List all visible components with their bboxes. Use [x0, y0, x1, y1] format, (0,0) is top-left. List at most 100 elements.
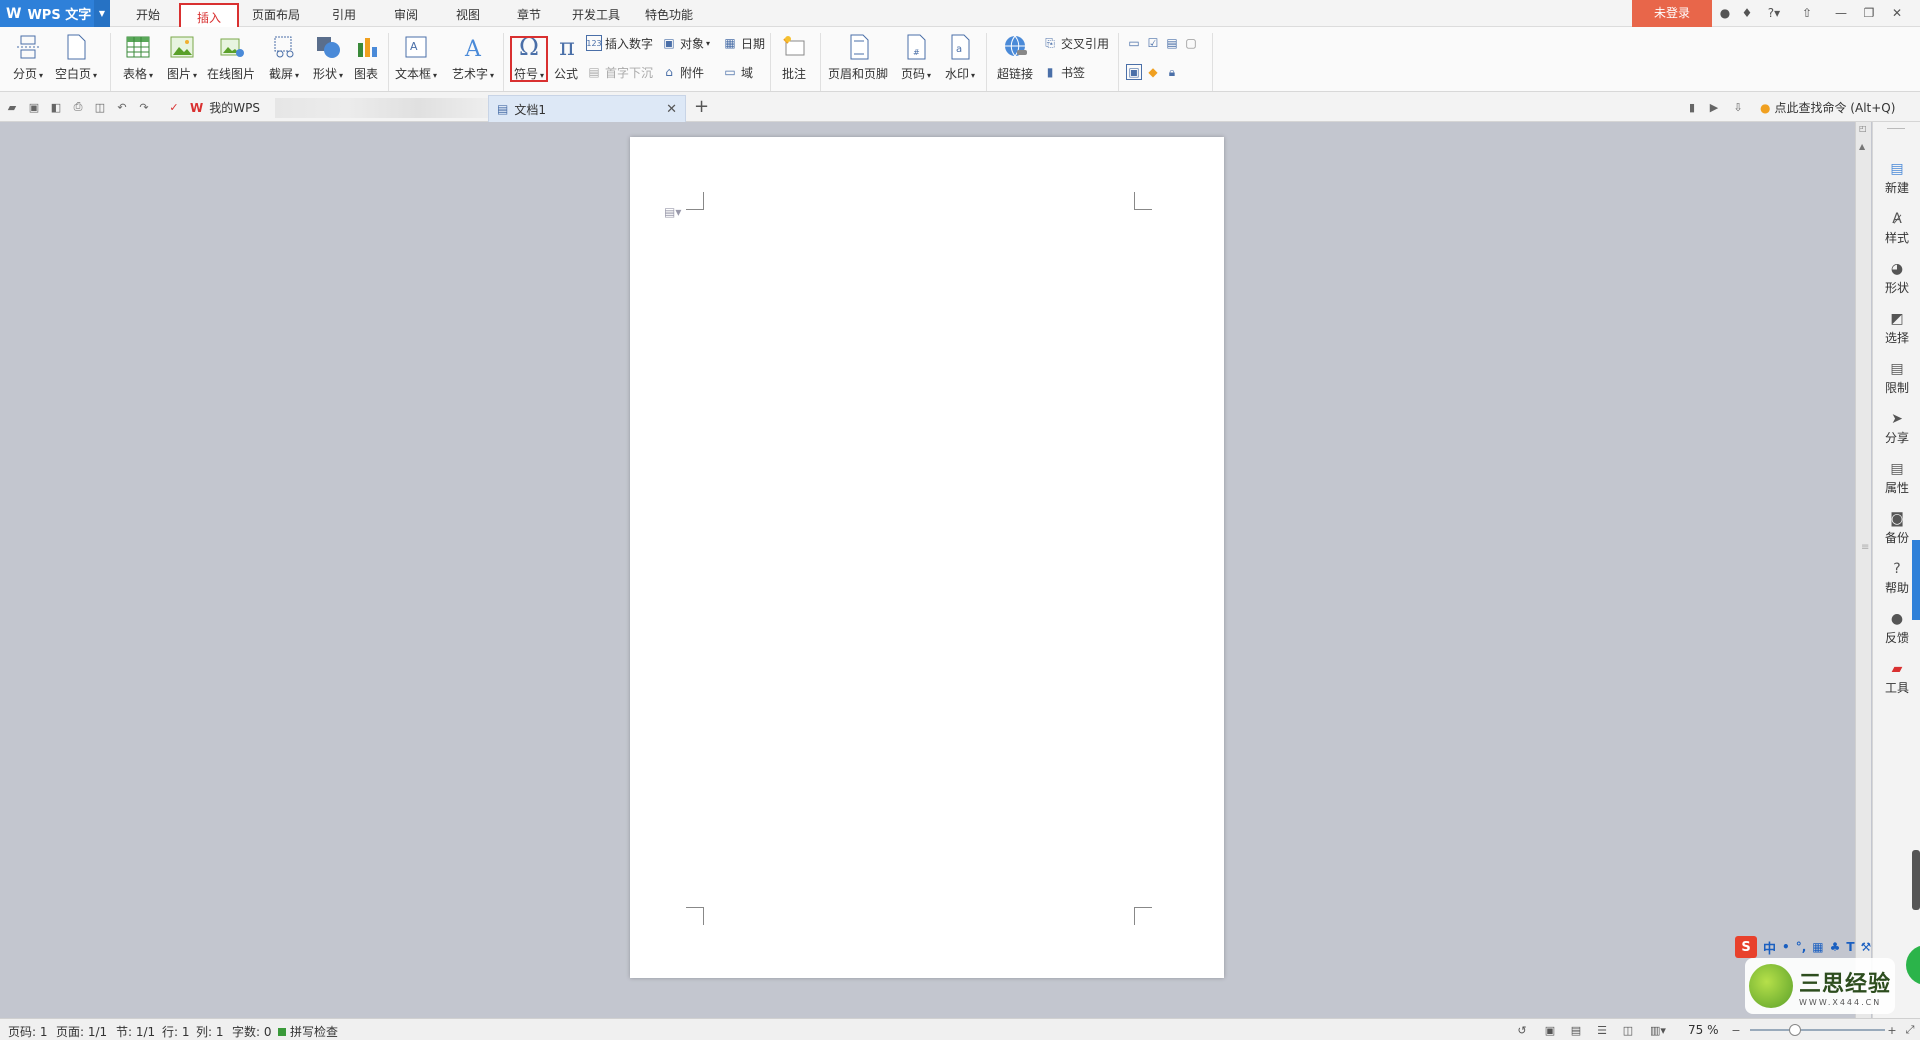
wordart-button[interactable]: A 艺术字 [448, 27, 498, 82]
sidebar-item-properties[interactable]: ▤ 属性 [1873, 460, 1920, 496]
outline-view-icon[interactable]: ☰ [1594, 1022, 1610, 1038]
status-word-count[interactable]: 字数: 0 [232, 1023, 272, 1040]
attachment-button[interactable]: ⌂ 附件 [661, 62, 704, 82]
tab-review[interactable]: 审阅 [388, 0, 424, 27]
online-picture-button[interactable]: 在线图片 [206, 27, 258, 82]
open-folder-icon[interactable]: ▰ [4, 99, 20, 115]
sogou-logo-icon[interactable]: S [1735, 936, 1757, 958]
hyperlink-button[interactable]: 超链接 [994, 27, 1038, 82]
tab-insert[interactable]: 插入 [179, 3, 239, 27]
restore-icon[interactable]: ❐ [1858, 0, 1880, 27]
control-properties-icon[interactable]: ▢ [1183, 35, 1199, 51]
upload-icon[interactable]: ⇧ [1796, 0, 1818, 27]
scroll-top-icon[interactable]: ◰ [1859, 124, 1867, 133]
ime-punctuation-icon[interactable]: °, [1796, 940, 1807, 954]
zoom-slider-knob[interactable] [1789, 1024, 1801, 1036]
vertical-scrollbar[interactable]: ◰ ▲ ≡ [1855, 122, 1871, 1018]
lock-icon[interactable]: 🔒︎ [1164, 64, 1180, 80]
page-view-icon[interactable]: ▤ [1568, 1022, 1584, 1038]
document-tab[interactable]: ▤ 文档1 ✕ [488, 95, 686, 122]
chart-button[interactable]: 图表 [350, 27, 384, 82]
sidebar-item-restrict[interactable]: ▤ 限制 [1873, 360, 1920, 396]
chevron-down-icon[interactable]: ▼ [94, 0, 110, 27]
my-wps-tab[interactable]: W 我的WPS [190, 99, 260, 116]
side-handle[interactable] [1912, 850, 1920, 910]
sidebar-collapse-handle[interactable] [1887, 128, 1905, 132]
zoom-slider[interactable] [1750, 1029, 1885, 1031]
zoom-out-icon[interactable]: − [1728, 1022, 1744, 1038]
print-preview-icon[interactable]: ◫ [92, 99, 108, 115]
design-mode-icon[interactable]: ▣ [1126, 64, 1142, 80]
redo-icon[interactable]: ↷ [136, 99, 152, 115]
login-button[interactable]: 未登录 [1632, 0, 1712, 27]
ime-moon-icon[interactable]: • [1782, 940, 1790, 954]
field-button[interactable]: ▭ 域 [722, 62, 753, 82]
insert-number-button[interactable]: 123 插入数字 [586, 33, 653, 53]
zoom-in-icon[interactable]: + [1884, 1022, 1900, 1038]
tab-view[interactable]: 视图 [450, 0, 486, 27]
object-button[interactable]: ▣ 对象 ▾ [661, 33, 710, 53]
cloud-icon[interactable]: ● [1714, 0, 1736, 27]
help-icon[interactable]: ?▾ [1760, 0, 1788, 27]
sidebar-item-shape[interactable]: ◕ 形状 [1873, 260, 1920, 296]
document-page[interactable]: ▤▾ [630, 137, 1224, 978]
comment-button[interactable]: 批注 [776, 27, 814, 82]
sidebar-item-tools[interactable]: ▰ 工具 [1873, 660, 1920, 696]
tab-developer[interactable]: 开发工具 [568, 0, 624, 27]
sidebar-item-select[interactable]: ◩ 选择 [1873, 310, 1920, 346]
blank-page-button[interactable]: 空白页 [52, 27, 100, 82]
cross-reference-button[interactable]: ⎘ 交叉引用 [1042, 33, 1109, 53]
revision-icon[interactable]: ↺ [1514, 1022, 1530, 1038]
ime-skin-icon[interactable]: T [1846, 940, 1854, 954]
undo-icon[interactable]: ↶ [114, 99, 130, 115]
close-icon[interactable]: ✕ [1886, 0, 1908, 27]
eraser-icon[interactable]: ◆ [1145, 64, 1161, 80]
window-mode-icon[interactable]: ▮ [1684, 99, 1700, 115]
save-icon[interactable]: ▣ [26, 99, 42, 115]
formula-button[interactable]: π 公式 [551, 27, 583, 82]
table-button[interactable]: 表格 [118, 27, 158, 82]
shape-button[interactable]: 形状 [308, 27, 348, 82]
drop-cap-button[interactable]: ▤ 首字下沉 [586, 62, 653, 82]
ime-keyboard-icon[interactable]: ▦ [1812, 940, 1823, 954]
tab-start[interactable]: 开始 [128, 0, 168, 27]
paragraph-options-icon[interactable]: ▤▾ [664, 205, 681, 219]
fullscreen-icon[interactable]: ▣ [1542, 1022, 1558, 1038]
header-footer-button[interactable]: 页眉和页脚 [826, 27, 892, 82]
textbox-button[interactable]: A 文本框 [392, 27, 440, 82]
tab-page-layout[interactable]: 页面布局 [248, 0, 304, 27]
export-pdf-icon[interactable]: ◧ [48, 99, 64, 115]
textfield-control-icon[interactable]: ▭ [1126, 35, 1142, 51]
screenshot-button[interactable]: 截屏 [264, 27, 304, 82]
ime-tools-icon[interactable]: ⚒ [1861, 940, 1872, 954]
fit-window-icon[interactable]: ⤢ [1902, 1022, 1918, 1038]
print-icon[interactable]: ⎙ [70, 99, 86, 115]
dropdown-control-icon[interactable]: ▤ [1164, 35, 1180, 51]
ime-user-icon[interactable]: ♣ [1830, 940, 1841, 954]
scroll-grip-icon[interactable]: ≡ [1861, 542, 1869, 553]
tab-chapter[interactable]: 章节 [511, 0, 547, 27]
scroll-up-icon[interactable]: ▲ [1859, 142, 1865, 151]
reading-view-icon[interactable]: ▥▾ [1646, 1022, 1670, 1038]
tab-special[interactable]: 特色功能 [641, 0, 697, 27]
bookmark-button[interactable]: ▮ 书签 [1042, 62, 1085, 82]
date-button[interactable]: ▦ 日期 [722, 33, 765, 53]
checkbox-control-icon[interactable]: ☑ [1145, 35, 1161, 51]
zoom-level[interactable]: 75 % [1688, 1023, 1719, 1037]
close-tab-icon[interactable]: ✕ [666, 102, 677, 117]
sidebar-item-new[interactable]: ▤ 新建 [1873, 160, 1920, 196]
page-number-button[interactable]: # 页码 [896, 27, 936, 82]
skin-icon[interactable]: ♦ [1736, 0, 1758, 27]
page-break-button[interactable]: 分页 [8, 27, 48, 82]
toolbar-toggle-icon[interactable]: ⇩ [1730, 99, 1746, 115]
play-icon[interactable]: ▶ [1706, 99, 1722, 115]
watermark-button[interactable]: a 水印 [940, 27, 980, 82]
blurred-tab[interactable] [275, 98, 490, 118]
minimize-icon[interactable]: — [1830, 0, 1852, 27]
web-view-icon[interactable]: ◫ [1620, 1022, 1636, 1038]
spell-check-toggle[interactable]: 拼写检查 [278, 1023, 338, 1040]
app-menu-button[interactable]: W WPS 文字 ▼ [0, 0, 110, 27]
sidebar-item-share[interactable]: ➤ 分享 [1873, 410, 1920, 446]
picture-button[interactable]: 图片 [162, 27, 202, 82]
customize-quick-access-icon[interactable]: ✓ [166, 99, 182, 115]
